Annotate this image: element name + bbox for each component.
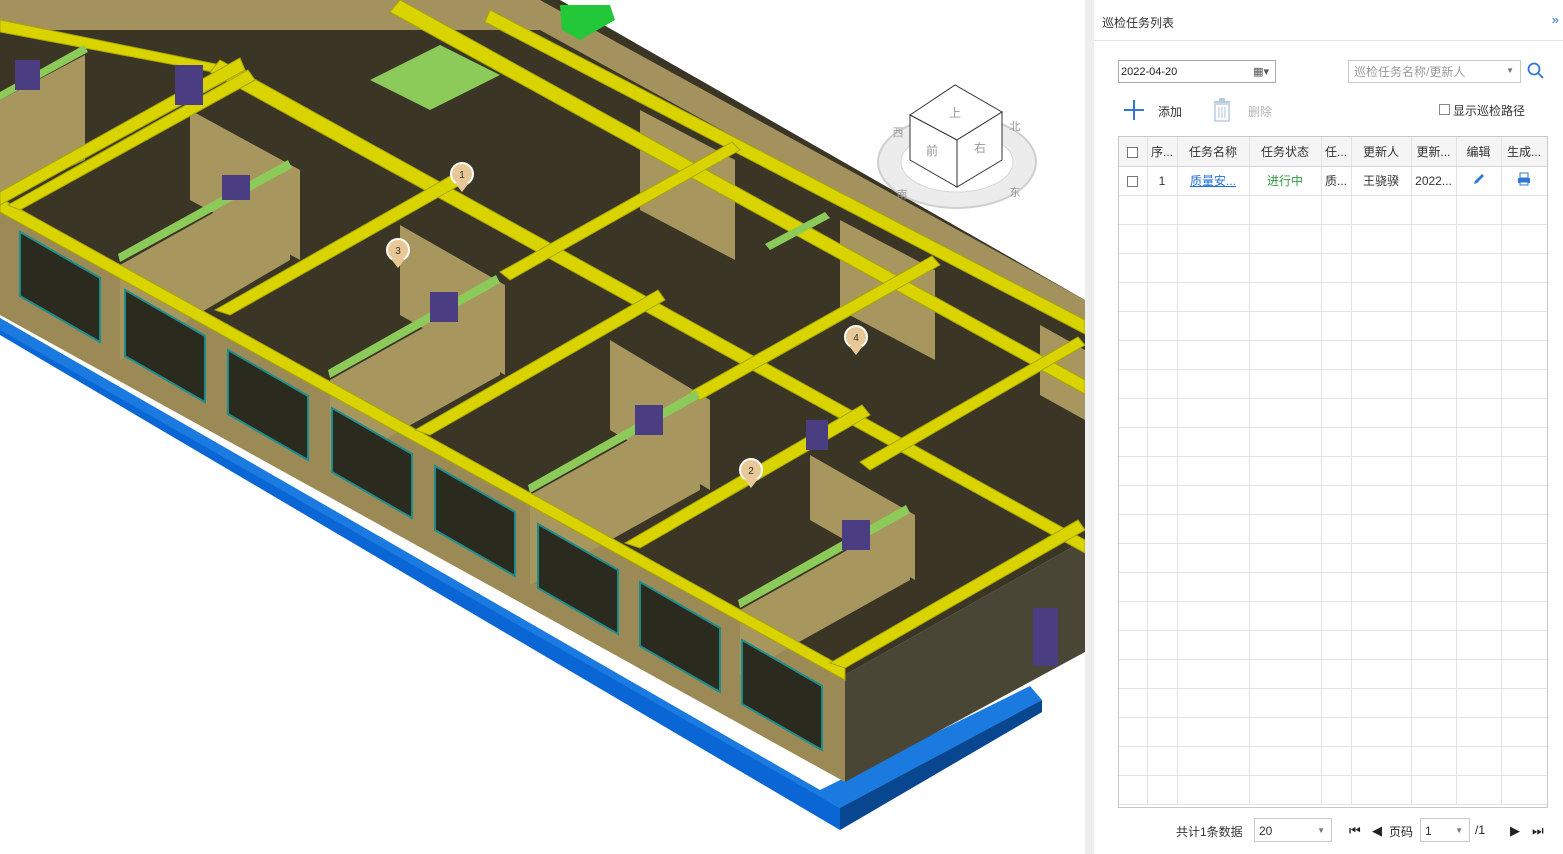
col-task-type[interactable]: 任... — [1321, 137, 1352, 167]
search-icon[interactable] — [1526, 61, 1546, 81]
inspection-task-panel: 巡检任务列表 » 2022-04-20 ▦▾ ▼ 添加 删除 — [1094, 0, 1563, 854]
page-total: /1 — [1475, 823, 1486, 837]
svg-text:北: 北 — [1010, 120, 1021, 133]
row-task-name-link[interactable]: 质量安... — [1177, 166, 1250, 196]
date-value: 2022-04-20 — [1121, 66, 1178, 78]
svg-text:西: 西 — [893, 127, 904, 139]
prev-page-icon[interactable]: ◀ — [1372, 823, 1382, 839]
date-picker[interactable]: 2022-04-20 ▦▾ — [1118, 60, 1276, 83]
col-task-name[interactable]: 任务名称 — [1177, 137, 1250, 167]
table-header-row: 序... 任务名称 任务状态 任... 更新人 更新... 编辑 生成... — [1119, 137, 1547, 167]
svg-text:1: 1 — [459, 170, 465, 181]
col-index[interactable]: 序... — [1147, 137, 1178, 167]
building-model[interactable]: 1 3 4 2 上 前 右 西 北 南 东 — [0, 0, 1085, 854]
svg-text:南: 南 — [897, 188, 908, 201]
chevron-down-icon: ▼ — [1317, 826, 1325, 835]
col-updater[interactable]: 更新人 — [1351, 137, 1412, 167]
svg-text:4: 4 — [853, 333, 859, 344]
search-combobox[interactable]: ▼ — [1348, 60, 1521, 83]
bim-3d-viewport[interactable]: 1 3 4 2 上 前 右 西 北 南 东 — [0, 0, 1085, 854]
add-button[interactable]: 添加 — [1122, 96, 1192, 124]
col-updated-time[interactable]: 更新... — [1411, 137, 1457, 167]
navigation-cube[interactable]: 上 前 右 西 北 南 东 — [877, 84, 1037, 209]
page-size-select[interactable]: 20 ▼ — [1254, 818, 1332, 842]
col-task-status[interactable]: 任务状态 — [1249, 137, 1322, 167]
first-page-icon[interactable]: ⏮ — [1349, 823, 1361, 839]
show-route-label: 显示巡检路径 — [1453, 104, 1526, 118]
select-all-checkbox[interactable] — [1119, 137, 1148, 167]
panel-title: 巡检任务列表 — [1102, 16, 1175, 30]
total-count: 共计1条数据 — [1176, 825, 1243, 839]
svg-text:东: 东 — [1010, 186, 1021, 199]
checkbox[interactable] — [1439, 104, 1450, 115]
add-label: 添加 — [1158, 105, 1183, 119]
delete-label: 删除 — [1248, 105, 1273, 119]
collapse-icon[interactable]: » — [1552, 12, 1559, 27]
table-row[interactable]: 1 质量安... 进行中 质... 王骁骙 2022... — [1119, 166, 1547, 196]
next-page-icon[interactable]: ▶ — [1510, 823, 1520, 839]
row-status: 进行中 — [1249, 166, 1322, 196]
row-updated: 2022... — [1411, 166, 1457, 196]
svg-text:右: 右 — [974, 140, 986, 155]
calendar-icon[interactable]: ▦▾ — [1253, 65, 1269, 78]
panel-header: 巡检任务列表 » — [1094, 0, 1563, 41]
row-updater: 王骁骙 — [1351, 166, 1412, 196]
svg-text:2: 2 — [748, 466, 754, 477]
svg-text:上: 上 — [949, 106, 961, 120]
row-type: 质... — [1321, 166, 1352, 196]
page-number-select[interactable]: 1 ▼ — [1420, 818, 1470, 842]
svg-text:3: 3 — [395, 246, 401, 257]
delete-button[interactable]: 删除 — [1212, 96, 1282, 124]
col-generate[interactable]: 生成... — [1501, 137, 1547, 167]
trash-icon — [1214, 98, 1230, 122]
page-label: 页码 — [1389, 825, 1414, 839]
task-table: 序... 任务名称 任务状态 任... 更新人 更新... 编辑 生成... 1… — [1118, 136, 1548, 808]
row-checkbox[interactable] — [1119, 166, 1148, 196]
last-page-icon[interactable]: ⏭ — [1532, 823, 1544, 839]
col-edit[interactable]: 编辑 — [1456, 137, 1502, 167]
pencil-icon[interactable] — [1456, 166, 1502, 196]
chevron-down-icon: ▼ — [1455, 826, 1463, 835]
row-index: 1 — [1147, 166, 1178, 196]
panel-splitter[interactable] — [1085, 0, 1094, 854]
svg-text:前: 前 — [926, 143, 938, 158]
pagination-bar: 共计1条数据 20 ▼ ⏮ ◀ 页码 1 ▼ /1 ▶ ⏭ — [1094, 816, 1563, 846]
chevron-down-icon[interactable]: ▼ — [1506, 66, 1514, 75]
printer-icon[interactable] — [1501, 166, 1547, 196]
plus-icon — [1124, 100, 1144, 120]
search-input[interactable] — [1352, 63, 1506, 81]
